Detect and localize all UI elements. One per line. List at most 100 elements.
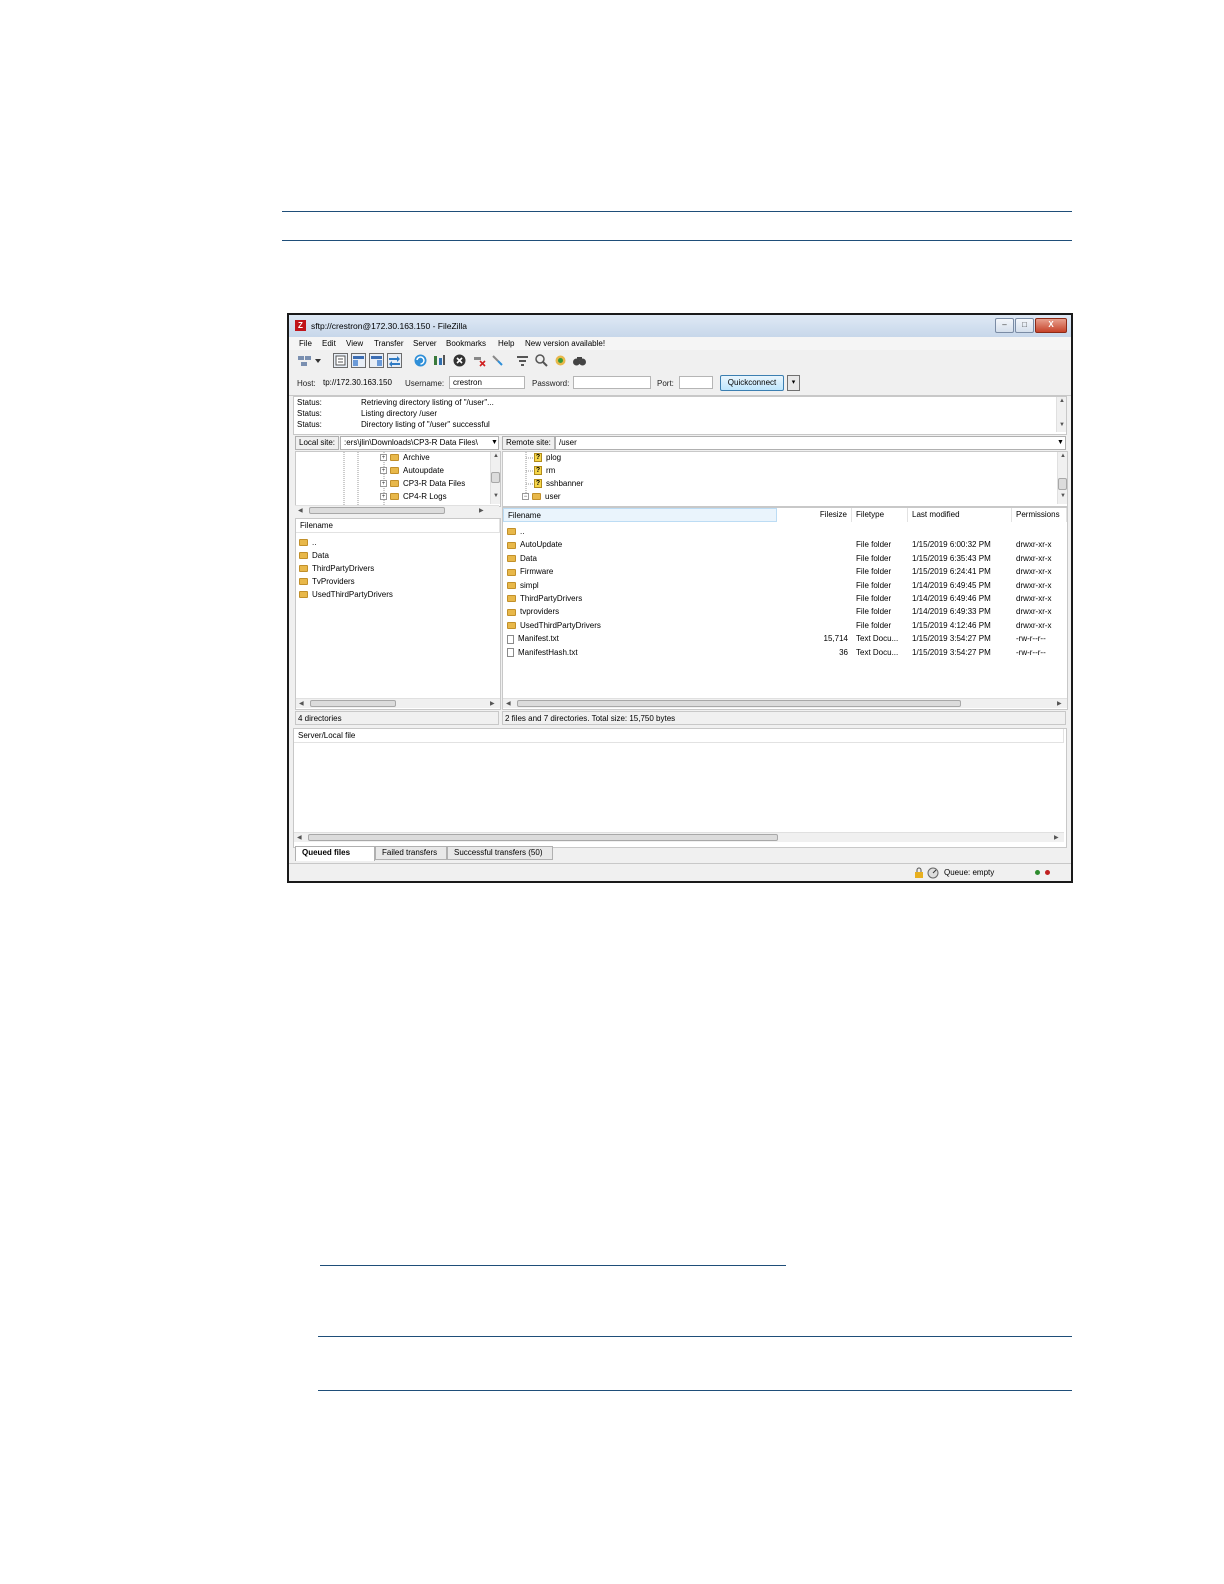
search-remote-files-icon[interactable]	[572, 353, 587, 368]
cell-modified: 1/14/2019 6:49:45 PM	[912, 580, 991, 590]
remote-path-dropdown-icon[interactable]: ▼	[1057, 439, 1064, 446]
folder-icon	[390, 454, 399, 462]
remote-path-input[interactable]: /user	[555, 436, 1066, 450]
expand-icon[interactable]: +	[380, 480, 387, 488]
cell-perms: drwxr-xr-x	[1016, 594, 1052, 603]
table-row[interactable]: ThirdPartyDrivers File folder 1/14/2019 6:…	[503, 592, 1067, 605]
menu-help[interactable]: Help	[498, 339, 514, 348]
list-item[interactable]: UsedThirdPartyDrivers	[296, 588, 500, 601]
list-item[interactable]: ThirdPartyDrivers	[296, 562, 500, 575]
menu-file[interactable]: File	[299, 339, 312, 348]
cell-name: Manifest.txt	[507, 632, 767, 645]
synchronized-browsing-icon[interactable]	[553, 353, 568, 368]
local-path-input[interactable]: :ers\jlin\Downloads\CP3-R Data Files\	[340, 436, 499, 450]
table-row[interactable]: tvproviders File folder 1/14/2019 6:49:33 …	[503, 605, 1067, 618]
toggle-message-log-icon[interactable]	[333, 353, 348, 368]
host-input[interactable]	[320, 376, 396, 389]
table-row[interactable]: ..	[503, 525, 1067, 538]
site-manager-dropdown-icon[interactable]	[314, 353, 322, 368]
local-status: 4 directories	[295, 711, 499, 725]
expand-icon[interactable]: +	[380, 454, 387, 462]
local-path-dropdown-icon[interactable]: ▼	[491, 439, 498, 446]
menu-new-version[interactable]: New version available!	[525, 339, 605, 348]
username-label: Username:	[405, 379, 445, 388]
table-row[interactable]: AutoUpdate File folder 1/15/2019 6:00:32 P…	[503, 538, 1067, 551]
toggle-remote-tree-icon[interactable]	[369, 353, 384, 368]
remote-list-hscroll[interactable]: ◀ ▶	[503, 698, 1067, 708]
tree-item[interactable]: − user	[522, 492, 561, 501]
expand-icon[interactable]: +	[380, 467, 387, 475]
local-list-hscroll[interactable]: ◀ ▶	[296, 698, 500, 708]
remote-filename-header[interactable]: Filename	[503, 508, 777, 522]
refresh-icon[interactable]	[413, 353, 428, 368]
cell-perms: drwxr-xr-x	[1016, 580, 1052, 590]
table-row[interactable]: Firmware File folder 1/15/2019 6:24:41 PM d…	[503, 565, 1067, 578]
username-input[interactable]	[449, 376, 525, 389]
speed-limit-icon[interactable]	[927, 867, 939, 881]
minimize-button[interactable]: –	[995, 318, 1014, 333]
tab-queued-files[interactable]: Queued files	[295, 846, 375, 861]
local-filename-header[interactable]: Filename	[296, 519, 500, 533]
cell-modified: 1/15/2019 6:00:32 PM	[912, 540, 991, 550]
cell-perms: drwxr-xr-x	[1016, 540, 1052, 550]
toggle-transfer-queue-icon[interactable]	[387, 353, 402, 368]
toggle-local-tree-icon[interactable]	[351, 353, 366, 368]
table-row[interactable]: UsedThirdPartyDrivers File folder 1/15/201…	[503, 619, 1067, 632]
disconnect-icon[interactable]	[472, 353, 487, 368]
bottom-rule-1	[318, 1336, 1072, 1337]
menu-edit[interactable]: Edit	[322, 339, 336, 348]
list-item[interactable]: Data	[296, 549, 500, 562]
process-queue-icon[interactable]	[432, 353, 447, 368]
expand-icon[interactable]: +	[380, 493, 387, 501]
quickconnect-button[interactable]: Quickconnect	[720, 375, 784, 391]
quickconnect-history-dropdown[interactable]: ▾	[787, 375, 800, 391]
reconnect-icon[interactable]	[490, 353, 505, 368]
table-row[interactable]: simpl File folder 1/14/2019 6:49:45 PM drwx…	[503, 579, 1067, 592]
top-rule-1	[282, 211, 1072, 212]
queue-hscroll[interactable]: ◀ ▶	[294, 832, 1064, 842]
tree-item[interactable]: + Archive	[380, 453, 430, 462]
maximize-button[interactable]: □	[1015, 318, 1034, 333]
remote-modified-header[interactable]: Last modified	[908, 508, 1012, 522]
close-button[interactable]: X	[1035, 318, 1067, 333]
menu-server[interactable]: Server	[413, 339, 437, 348]
tree-item[interactable]: + Autoupdate	[380, 466, 444, 475]
tree-item[interactable]: + CP3-R Data Files	[380, 479, 465, 488]
local-tree-hscroll[interactable]: ◀ ▶	[295, 505, 499, 515]
menu-view[interactable]: View	[346, 339, 363, 348]
menu-transfer[interactable]: Transfer	[374, 339, 404, 348]
top-rule-2	[282, 240, 1072, 241]
list-item[interactable]: ..	[296, 536, 500, 549]
menu-bookmarks[interactable]: Bookmarks	[446, 339, 486, 348]
tree-item[interactable]: + CP4-R Logs	[380, 492, 447, 501]
tab-successful-transfers[interactable]: Successful transfers (50)	[447, 846, 553, 860]
local-tree-vscroll[interactable]: ▲ ▼	[490, 452, 500, 504]
site-manager-icon[interactable]	[297, 353, 312, 368]
cancel-operation-icon[interactable]	[452, 353, 467, 368]
cell-type: Text Docu...	[856, 634, 899, 644]
collapse-icon[interactable]: −	[522, 493, 529, 501]
quickconnect-bar: Host: Username: Password: Port: Quickcon…	[289, 371, 1071, 396]
cell-name: ManifestHash.txt	[507, 646, 767, 659]
remote-filetype-header[interactable]: Filetype	[852, 508, 908, 522]
remote-tree-vscroll[interactable]: ▲ ▼	[1057, 452, 1067, 504]
table-row[interactable]: ManifestHash.txt 36 Text Docu... 1/15/2019 …	[503, 646, 1067, 659]
table-row[interactable]: Manifest.txt 15,714 Text Docu... 1/15/2019 …	[503, 632, 1067, 645]
port-input[interactable]	[679, 376, 713, 389]
log-scrollbar[interactable]: ▲ ▼	[1056, 397, 1066, 432]
queue-server-local-header[interactable]: Server/Local file	[294, 729, 1064, 743]
table-row[interactable]: Data File folder 1/15/2019 6:35:43 PM drwxr…	[503, 552, 1067, 565]
directory-filter-icon[interactable]	[515, 353, 530, 368]
compare-directories-icon[interactable]	[534, 353, 549, 368]
tree-item[interactable]: ? rm	[534, 466, 555, 476]
folder-icon	[299, 565, 308, 573]
cell-size: 15,714	[823, 634, 848, 644]
remote-permissions-header[interactable]: Permissions	[1012, 508, 1067, 522]
password-input[interactable]	[573, 376, 651, 389]
tab-failed-transfers[interactable]: Failed transfers	[375, 846, 447, 860]
tree-item[interactable]: ? sshbanner	[534, 479, 583, 489]
lock-icon	[914, 867, 924, 881]
tree-item[interactable]: ? plog	[534, 453, 561, 463]
list-item[interactable]: TvProviders	[296, 575, 500, 588]
remote-filesize-header[interactable]: Filesize	[777, 508, 852, 522]
